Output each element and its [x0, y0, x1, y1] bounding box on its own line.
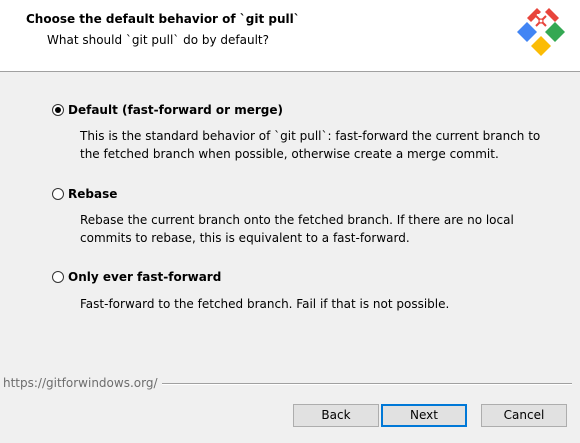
page-title: Choose the default behavior of `git pull…	[26, 12, 300, 26]
option-rebase-label[interactable]: Rebase	[68, 187, 117, 201]
option-fast-forward-only[interactable]: Only ever fast-forward	[52, 268, 221, 286]
radio-rebase[interactable]	[52, 188, 64, 200]
wizard-header: Choose the default behavior of `git pull…	[0, 0, 580, 72]
option-rebase[interactable]: Rebase	[52, 185, 117, 203]
radio-fast-forward-only[interactable]	[52, 271, 64, 283]
description-line: Rebase the current branch onto the fetch…	[80, 213, 514, 227]
footer-url: https://gitforwindows.org/	[3, 376, 158, 390]
option-fast-forward-only-label[interactable]: Only ever fast-forward	[68, 270, 221, 284]
back-button[interactable]: Back	[293, 404, 379, 427]
page-subtitle: What should `git pull` do by default?	[47, 33, 269, 47]
option-rebase-description: Rebase the current branch onto the fetch…	[80, 211, 514, 247]
description-line: Fast-forward to the fetched branch. Fail…	[80, 297, 450, 311]
description-line: commits to rebase, this is equivalent to…	[80, 231, 410, 245]
footer-divider	[162, 383, 572, 385]
git-logo-icon	[517, 8, 565, 56]
option-default-label[interactable]: Default (fast-forward or merge)	[68, 103, 283, 117]
description-line: This is the standard behavior of `git pu…	[80, 129, 541, 143]
option-fast-forward-only-description: Fast-forward to the fetched branch. Fail…	[80, 295, 449, 313]
radio-default[interactable]	[52, 104, 64, 116]
option-default[interactable]: Default (fast-forward or merge)	[52, 101, 283, 119]
next-button[interactable]: Next	[381, 404, 467, 427]
option-default-description: This is the standard behavior of `git pu…	[80, 127, 540, 163]
description-line: the fetched branch when possible, otherw…	[80, 147, 499, 161]
cancel-button[interactable]: Cancel	[481, 404, 567, 427]
